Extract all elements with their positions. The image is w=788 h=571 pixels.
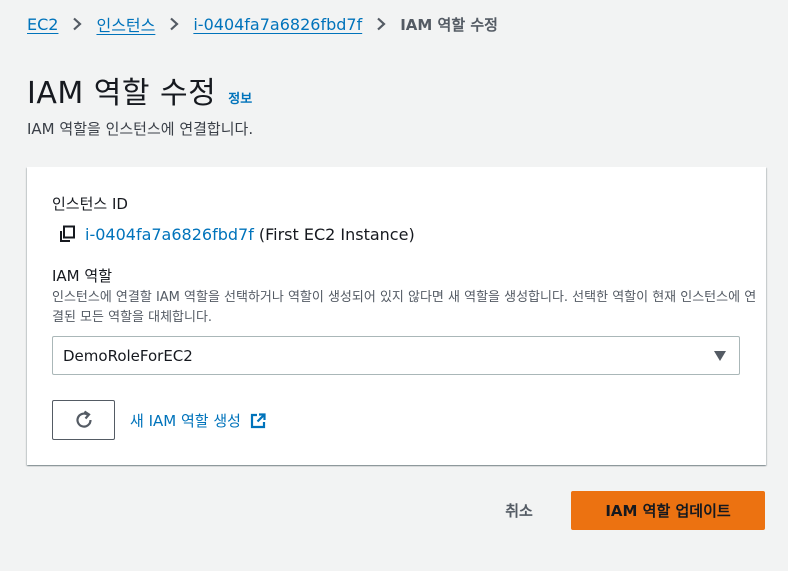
iam-role-selected-value: DemoRoleForEC2 <box>63 346 193 365</box>
iam-role-description: 인스턴스에 연결할 IAM 역할을 선택하거나 역할이 생성되어 있지 않다면 … <box>52 290 757 325</box>
iam-role-label: IAM 역할 <box>52 267 112 285</box>
copy-icon[interactable] <box>57 224 77 244</box>
instance-name: (First EC2 Instance) <box>258 224 415 244</box>
chevron-right-icon <box>58 17 96 31</box>
external-link-icon <box>249 412 267 430</box>
refresh-button[interactable] <box>52 400 115 440</box>
caret-down-icon <box>714 351 726 361</box>
info-link[interactable]: 정보 <box>228 88 252 107</box>
page-title: IAM 역할 수정 <box>27 76 217 111</box>
chevron-right-icon <box>362 17 400 31</box>
chevron-right-icon <box>155 17 193 31</box>
breadcrumb-ec2-link[interactable]: EC2 <box>27 15 58 34</box>
instance-id-label: 인스턴스 ID <box>52 195 128 213</box>
iam-role-select[interactable]: DemoRoleForEC2 <box>52 336 740 375</box>
page-description: IAM 역할을 인스턴스에 연결합니다. <box>27 120 254 138</box>
breadcrumb-instance-id-link[interactable]: i-0404fa7a6826fbd7f <box>193 15 362 34</box>
instance-id-link[interactable]: i-0404fa7a6826fbd7f <box>85 225 254 244</box>
update-iam-role-button[interactable]: IAM 역할 업데이트 <box>571 491 765 530</box>
cancel-button[interactable]: 취소 <box>487 492 551 529</box>
page-header: IAM 역할 수정 정보 <box>27 68 252 112</box>
create-iam-role-label: 새 IAM 역할 생성 <box>130 412 241 430</box>
breadcrumb: EC2 인스턴스 i-0404fa7a6826fbd7f IAM 역할 수정 <box>27 12 498 36</box>
create-iam-role-link[interactable]: 새 IAM 역할 생성 <box>130 410 267 431</box>
iam-role-form-panel: 인스턴스 ID i-0404fa7a6826fbd7f (First EC2 I… <box>27 167 766 465</box>
refresh-icon <box>75 410 92 428</box>
breadcrumb-instances-link[interactable]: 인스턴스 <box>96 12 155 36</box>
instance-id-value: i-0404fa7a6826fbd7f (First EC2 Instance) <box>57 224 415 244</box>
breadcrumb-current: IAM 역할 수정 <box>400 15 498 34</box>
